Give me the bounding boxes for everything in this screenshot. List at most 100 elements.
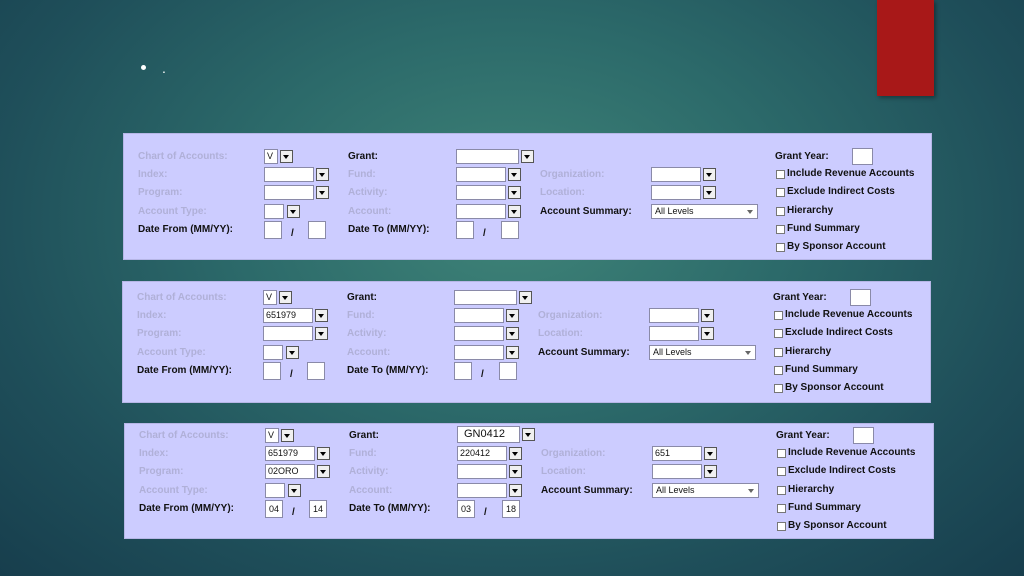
account-dropdown-icon[interactable] <box>508 205 521 218</box>
account-field[interactable] <box>456 204 506 219</box>
account-summary-select[interactable]: All Levels <box>649 345 756 360</box>
organization-dropdown-icon[interactable] <box>703 168 716 181</box>
fund-field[interactable] <box>454 308 504 323</box>
activity-dropdown-icon[interactable] <box>508 186 521 199</box>
hierarchy-checkbox[interactable] <box>774 348 783 357</box>
exclude-indirect-checkbox[interactable] <box>777 467 786 476</box>
account-type-field[interactable] <box>265 483 285 498</box>
date-from-month[interactable] <box>263 362 281 380</box>
date-to-month[interactable] <box>456 221 474 239</box>
chart-dropdown-icon[interactable] <box>279 291 292 304</box>
organization-dropdown-icon[interactable] <box>701 309 714 322</box>
date-to-month[interactable] <box>454 362 472 380</box>
index-field[interactable] <box>264 167 314 182</box>
sponsor-account-checkbox[interactable] <box>776 243 785 252</box>
exclude-indirect-checkbox[interactable] <box>776 188 785 197</box>
hierarchy-checkbox[interactable] <box>776 207 785 216</box>
account-summary-select[interactable]: All Levels <box>652 483 759 498</box>
organization-label: Organization: <box>540 169 605 180</box>
fund-field[interactable] <box>456 167 506 182</box>
activity-field[interactable] <box>457 464 507 479</box>
chart-field[interactable]: V <box>264 149 278 164</box>
chart-field[interactable]: V <box>263 290 277 305</box>
index-dropdown-icon[interactable] <box>316 168 329 181</box>
date-from-year[interactable]: 14 <box>309 500 327 518</box>
fund-dropdown-icon[interactable] <box>509 447 522 460</box>
activity-field[interactable] <box>456 185 506 200</box>
fund-field[interactable]: 220412 <box>457 446 507 461</box>
index-dropdown-icon[interactable] <box>317 447 330 460</box>
program-dropdown-icon[interactable] <box>317 465 330 478</box>
date-to-year[interactable]: 18 <box>502 500 520 518</box>
program-field[interactable] <box>263 326 313 341</box>
account-type-dropdown-icon[interactable] <box>286 346 299 359</box>
date-from-month[interactable] <box>264 221 282 239</box>
organization-dropdown-icon[interactable] <box>704 447 717 460</box>
account-type-dropdown-icon[interactable] <box>288 484 301 497</box>
activity-field[interactable] <box>454 326 504 341</box>
fund-summary-checkbox[interactable] <box>777 504 786 513</box>
location-dropdown-icon[interactable] <box>703 186 716 199</box>
hierarchy-checkbox[interactable] <box>777 486 786 495</box>
program-dropdown-icon[interactable] <box>315 327 328 340</box>
date-from-month[interactable]: 04 <box>265 500 283 518</box>
chart-field[interactable]: V <box>265 428 279 443</box>
include-revenue-checkbox[interactable] <box>776 170 785 179</box>
grant-year-field[interactable] <box>853 427 874 444</box>
date-to-year[interactable] <box>499 362 517 380</box>
grant-year-field[interactable] <box>850 289 871 306</box>
account-field[interactable] <box>454 345 504 360</box>
account-type-dropdown-icon[interactable] <box>287 205 300 218</box>
program-field[interactable]: 02ORO <box>265 464 315 479</box>
grant-year-field[interactable] <box>852 148 873 165</box>
location-field[interactable] <box>649 326 699 341</box>
account-type-field[interactable] <box>264 204 284 219</box>
activity-dropdown-icon[interactable] <box>509 465 522 478</box>
date-from-year[interactable] <box>308 221 326 239</box>
sponsor-account-label: By Sponsor Account <box>788 520 887 531</box>
program-dropdown-icon[interactable] <box>316 186 329 199</box>
location-dropdown-icon[interactable] <box>701 327 714 340</box>
index-field[interactable]: 651979 <box>265 446 315 461</box>
grant-year-label: Grant Year: <box>775 151 829 162</box>
organization-field[interactable]: 651 <box>652 446 702 461</box>
program-field[interactable] <box>264 185 314 200</box>
account-label: Account: <box>349 485 393 496</box>
date-from-label: Date From (MM/YY): <box>137 365 232 376</box>
sponsor-account-checkbox[interactable] <box>774 384 783 393</box>
exclude-indirect-checkbox[interactable] <box>774 329 783 338</box>
grant-dropdown-icon[interactable] <box>522 428 535 441</box>
organization-field[interactable] <box>649 308 699 323</box>
fund-dropdown-icon[interactable] <box>506 309 519 322</box>
grant-field[interactable] <box>454 290 517 305</box>
grant-field[interactable]: GN0412 <box>457 426 520 443</box>
location-dropdown-icon[interactable] <box>704 465 717 478</box>
include-revenue-checkbox[interactable] <box>777 449 786 458</box>
include-revenue-checkbox[interactable] <box>774 311 783 320</box>
chart-dropdown-icon[interactable] <box>280 150 293 163</box>
account-dropdown-icon[interactable] <box>509 484 522 497</box>
activity-dropdown-icon[interactable] <box>506 327 519 340</box>
index-field[interactable]: 651979 <box>263 308 313 323</box>
location-field[interactable] <box>652 464 702 479</box>
sponsor-account-checkbox[interactable] <box>777 522 786 531</box>
grant-dropdown-icon[interactable] <box>521 150 534 163</box>
fund-summary-checkbox[interactable] <box>774 366 783 375</box>
account-summary-select[interactable]: All Levels <box>651 204 758 219</box>
organization-field[interactable] <box>651 167 701 182</box>
index-dropdown-icon[interactable] <box>315 309 328 322</box>
account-dropdown-icon[interactable] <box>506 346 519 359</box>
location-field[interactable] <box>651 185 701 200</box>
organization-label: Organization: <box>538 310 603 321</box>
chart-dropdown-icon[interactable] <box>281 429 294 442</box>
grant-dropdown-icon[interactable] <box>519 291 532 304</box>
date-from-year[interactable] <box>307 362 325 380</box>
fund-summary-checkbox[interactable] <box>776 225 785 234</box>
account-field[interactable] <box>457 483 507 498</box>
account-type-field[interactable] <box>263 345 283 360</box>
fund-dropdown-icon[interactable] <box>508 168 521 181</box>
location-label: Location: <box>540 187 585 198</box>
grant-field[interactable] <box>456 149 519 164</box>
date-to-month[interactable]: 03 <box>457 500 475 518</box>
date-to-year[interactable] <box>501 221 519 239</box>
